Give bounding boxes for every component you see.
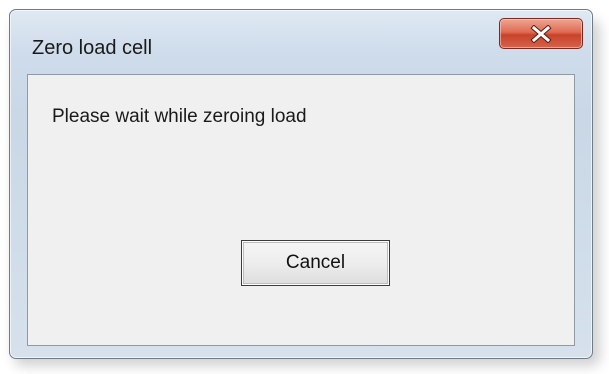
status-message: Please wait while zeroing load [52, 106, 307, 127]
title-bar[interactable]: Zero load cell [10, 10, 592, 72]
window-title: Zero load cell [32, 37, 153, 59]
close-button[interactable] [499, 18, 583, 49]
screen: Zero load cell Please wait while zeroing… [0, 0, 609, 374]
cancel-button[interactable]: Cancel [241, 240, 390, 286]
dialog-window: Zero load cell [9, 9, 593, 359]
close-icon [530, 25, 552, 43]
